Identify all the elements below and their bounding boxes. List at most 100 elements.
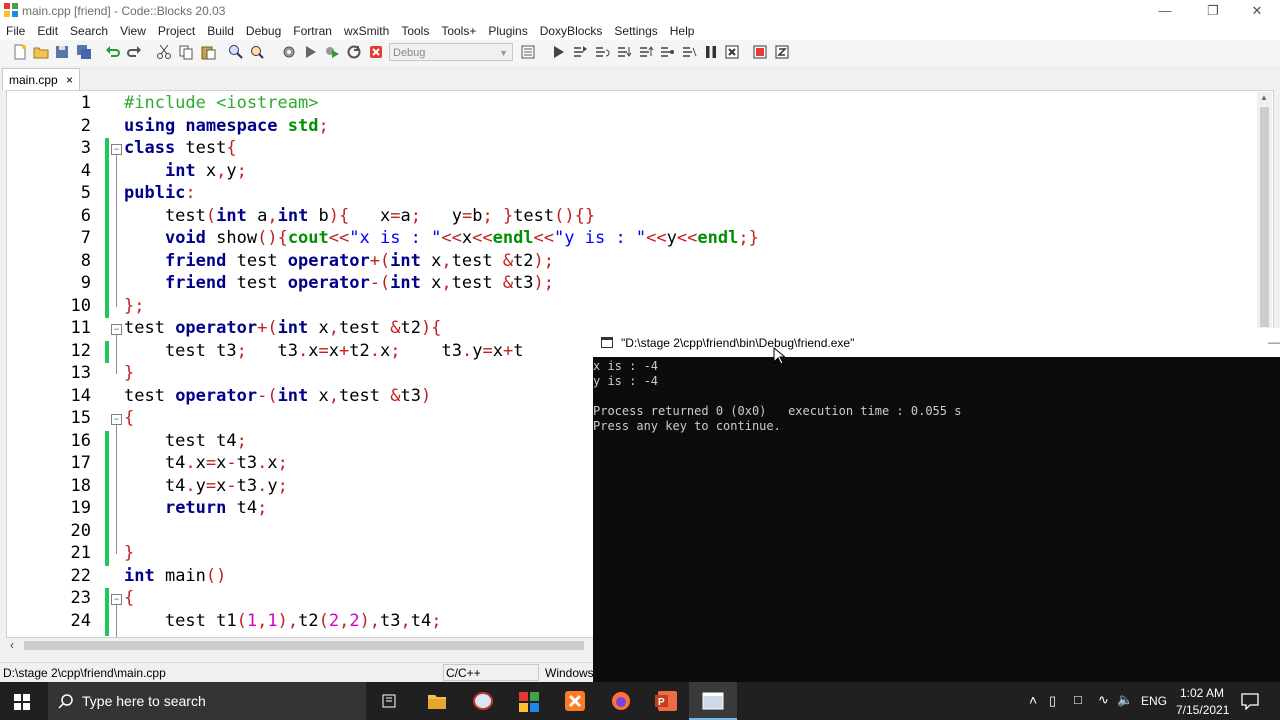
menu-tools-plus[interactable]: Tools+ [435,22,482,40]
scroll-up-icon[interactable]: ▲ [1260,93,1268,102]
console-taskbar-icon[interactable] [702,692,724,710]
new-file-icon[interactable] [12,44,28,60]
notifications-icon[interactable] [1241,692,1259,710]
code-line-6: test(int a,int b){ x=a; y=b; }test(){} [124,206,596,226]
line-number: 18 [70,476,91,496]
menu-settings[interactable]: Settings [608,22,663,40]
show-hidden-icons-icon[interactable]: ˄ [1029,692,1037,708]
scrollbar-thumb[interactable] [1260,107,1269,327]
scrollbar-thumb[interactable] [24,641,584,650]
console-window[interactable] [593,328,1280,682]
replace-icon[interactable] [249,44,265,60]
status-eol: Windows [545,666,594,680]
network-icon[interactable]: □ [1074,692,1082,707]
close-icon[interactable]: ✕ [1234,0,1280,22]
build-gear-icon[interactable] [281,44,297,60]
debug-continue-icon[interactable] [550,44,566,60]
step-into-instruction-icon[interactable] [681,44,697,60]
xampp-icon[interactable] [565,691,585,711]
menu-view[interactable]: View [114,22,152,40]
step-out-icon[interactable] [638,44,654,60]
build-and-run-icon[interactable] [324,44,340,60]
windows-start-icon[interactable] [14,694,30,710]
line-number: 15 [70,408,91,428]
abort-icon[interactable] [368,44,384,60]
fold-toggle-icon[interactable]: − [111,414,122,425]
various-info-icon[interactable] [774,44,790,60]
menu-search[interactable]: Search [64,22,114,40]
line-number: 7 [80,228,91,248]
code-line-14: test operator-(int x,test &t3) [124,386,432,406]
code-line-19: return t4; [164,498,268,518]
menu-debug[interactable]: Debug [240,22,287,40]
battery-icon[interactable]: ▯ [1049,693,1056,709]
rebuild-icon[interactable] [346,44,362,60]
minimize-icon[interactable]: — [1142,0,1188,22]
input-language[interactable]: ENG [1141,694,1167,708]
find-icon[interactable] [228,44,244,60]
title-bar: main.cpp [friend] - Code::Blocks 20.03 —… [0,0,1280,22]
taskbar-search-box[interactable]: Type here to search [48,682,366,720]
codeblocks-taskbar-icon[interactable] [519,692,539,712]
save-all-icon[interactable] [76,44,92,60]
fold-toggle-icon[interactable]: − [111,594,122,605]
clock-time[interactable]: 1:02 AM [1180,686,1224,700]
task-view-icon[interactable] [381,693,399,709]
menu-edit[interactable]: Edit [31,22,64,40]
copy-icon[interactable] [178,44,194,60]
editor-tab-bar: main.cpp × [0,66,1280,90]
file-explorer-icon[interactable] [427,692,447,710]
line-number: 2 [80,116,91,136]
stop-debugger-icon[interactable] [724,44,740,60]
scroll-left-icon[interactable]: ‹ [10,638,14,652]
chevron-down-icon: ▼ [499,48,508,58]
run-to-cursor-icon[interactable] [572,44,588,60]
save-icon[interactable] [54,44,70,60]
restore-icon[interactable]: ❐ [1190,0,1236,22]
svg-text:P: P [658,697,665,708]
run-icon[interactable] [302,44,318,60]
app-icon[interactable] [472,691,494,711]
volume-icon[interactable]: 🔈 [1117,692,1133,708]
menu-file[interactable]: File [0,22,31,40]
show-target-list-icon[interactable] [520,44,536,60]
wifi-icon[interactable]: ∿ [1098,692,1109,708]
close-tab-icon[interactable]: × [66,69,73,91]
build-target-select[interactable]: Debug ▼ [389,43,513,61]
menu-doxyblocks[interactable]: DoxyBlocks [534,22,609,40]
clock-date[interactable]: 7/15/2021 [1176,703,1229,717]
code-line-4: int x,y; [164,161,247,181]
line-number: 10 [70,296,91,316]
code-line-11: test operator+(int x,test &t2){ [124,318,442,338]
next-instruction-icon[interactable] [659,44,675,60]
next-line-icon[interactable] [594,44,610,60]
menu-bar: File Edit Search View Project Build Debug Fortr… [0,22,1280,40]
menu-tools[interactable]: Tools [395,22,435,40]
pause-icon[interactable] [703,44,719,60]
undo-icon[interactable] [105,44,121,60]
change-bar [105,588,109,636]
console-title-bar[interactable]: "D:\stage 2\cpp\friend\bin\Debug\friend.… [593,328,1280,357]
menu-build[interactable]: Build [201,22,240,40]
open-folder-icon[interactable] [33,44,49,60]
menu-fortran[interactable]: Fortran [287,22,338,40]
tab-main-cpp[interactable]: main.cpp × [2,68,80,90]
menu-wxsmith[interactable]: wxSmith [338,22,395,40]
debugging-windows-icon[interactable] [752,44,768,60]
powerpoint-icon[interactable]: P [655,691,677,711]
menu-plugins[interactable]: Plugins [482,22,533,40]
line-number: 5 [80,183,91,203]
menu-help[interactable]: Help [664,22,701,40]
redo-icon[interactable] [126,44,142,60]
line-number: 21 [70,543,91,563]
fold-toggle-icon[interactable]: − [111,324,122,335]
status-file-path: D:\stage 2\cpp\friend\main.cpp [3,666,166,680]
step-into-icon[interactable] [616,44,632,60]
menu-project[interactable]: Project [152,22,201,40]
console-minimize-icon[interactable]: — [1268,335,1280,349]
cut-icon[interactable] [156,44,172,60]
fold-toggle-icon[interactable]: − [111,144,122,155]
line-number: 22 [70,566,91,586]
paste-icon[interactable] [200,44,216,60]
firefox-icon[interactable] [611,691,631,711]
